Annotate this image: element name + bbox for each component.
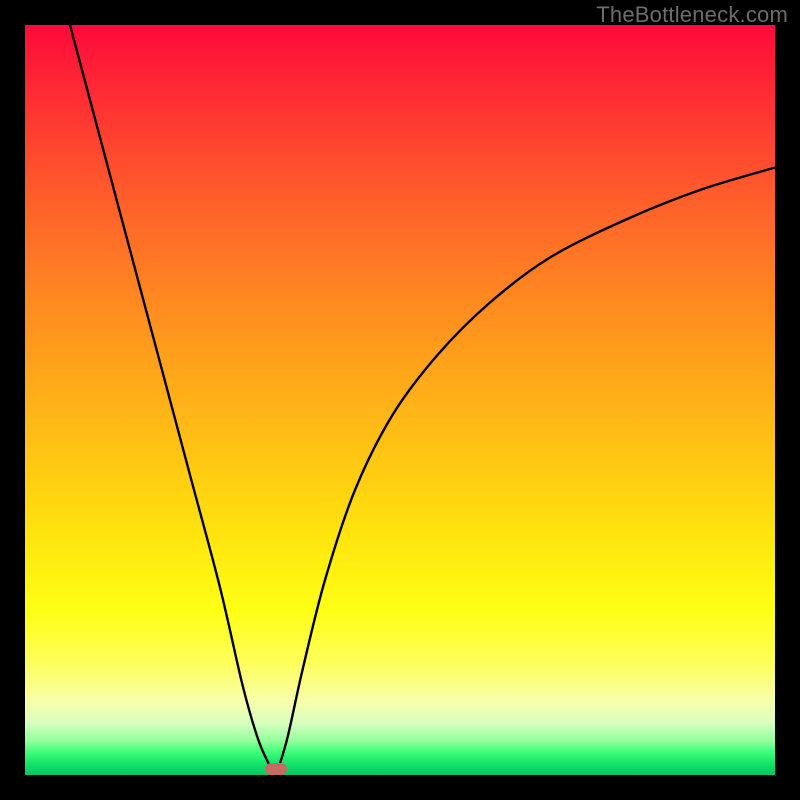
curve-left-branch — [70, 25, 276, 775]
chart-frame: TheBottleneck.com — [0, 0, 800, 800]
plot-area — [25, 25, 775, 775]
minimum-marker — [265, 763, 287, 775]
bottleneck-curve — [25, 25, 775, 775]
curve-right-branch — [276, 168, 775, 776]
